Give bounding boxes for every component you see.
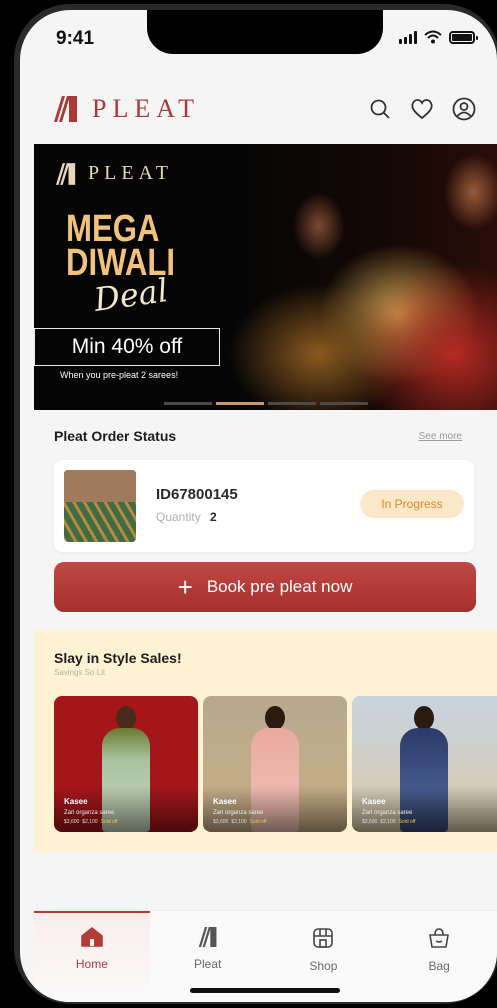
plus-icon: + <box>177 572 193 602</box>
product-sale-price: $2,100 <box>231 819 247 825</box>
product-discount: Sold off <box>249 819 267 825</box>
sales-section: Slay in Style Sales! Savings So Lit Kase… <box>34 630 497 852</box>
profile-icon <box>452 97 476 121</box>
product-description: Zari organza saree <box>64 810 115 816</box>
offer-text: Min 40% off <box>71 335 183 358</box>
product-discount: Sold off <box>398 819 416 825</box>
header-actions <box>367 96 477 122</box>
product-sale-price: $2,100 <box>380 819 396 825</box>
nav-label-home: Home <box>75 957 108 971</box>
heart-icon <box>411 99 433 120</box>
carousel-dot-active[interactable] <box>216 402 264 405</box>
quantity-label: Quantity <box>156 510 201 524</box>
product-prices: $3,600 $2,100 Sold off <box>64 819 117 825</box>
product-name: Kasee <box>213 797 237 806</box>
quantity-value: 2 <box>210 510 217 524</box>
order-card[interactable]: ID67800145 Quantity 2 In Progress <box>54 460 474 552</box>
nav-item-home[interactable]: Home <box>34 911 150 1002</box>
order-status-title: Pleat Order Status <box>54 428 177 444</box>
home-icon <box>81 927 103 947</box>
nav-label-shop: Shop <box>309 959 338 973</box>
status-bar: 9:41 <box>20 10 497 70</box>
pleat-logo-icon <box>198 927 217 947</box>
carousel-dot[interactable] <box>320 402 368 405</box>
battery-icon <box>449 30 478 44</box>
product-description: Zari organza saree <box>362 810 413 816</box>
carousel-dot[interactable] <box>164 402 212 405</box>
profile-button[interactable] <box>451 96 477 122</box>
pleat-logo-icon <box>54 96 77 122</box>
bag-icon <box>429 928 449 948</box>
sales-title: Slay in Style Sales! <box>54 650 182 666</box>
notch <box>147 10 383 54</box>
order-status-header: Pleat Order Status See more <box>54 428 462 444</box>
product-prices: $3,600 $2,100 Sold off <box>362 819 415 825</box>
search-icon <box>370 99 390 119</box>
headline-line1: MEGA <box>66 208 160 250</box>
search-button[interactable] <box>367 96 393 122</box>
brand-name: PLEAT <box>92 94 200 123</box>
signal-icon <box>399 30 417 44</box>
nav-item-bag[interactable]: Bag <box>381 911 497 1002</box>
product-name: Kasee <box>362 797 386 806</box>
nav-label-bag: Bag <box>428 959 450 973</box>
product-card[interactable]: Kasee Zari organza saree $3,600 $2,100 S… <box>54 696 198 832</box>
app-screen: 9:41 PLEAT PLEAT MEGA DIWALI Deal Min 40… <box>20 10 497 1002</box>
product-card[interactable]: Kasee Zari organza saree $3,600 $2,100 S… <box>203 696 347 832</box>
carousel-dot[interactable] <box>268 402 316 405</box>
product-price: $3,600 <box>362 819 378 825</box>
promo-banner[interactable]: PLEAT MEGA DIWALI Deal Min 40% off When … <box>34 144 497 410</box>
product-discount: Sold off <box>100 819 118 825</box>
product-description: Zari organza saree <box>213 810 264 816</box>
status-time: 9:41 <box>56 28 95 49</box>
banner-photo <box>229 144 497 410</box>
product-card[interactable]: Kasee Zari organza saree $3,600 $2,100 S… <box>352 696 497 832</box>
banner-logo: PLEAT <box>56 162 173 185</box>
carousel-dots <box>164 402 368 405</box>
product-price: $3,600 <box>213 819 229 825</box>
status-badge: In Progress <box>360 490 464 518</box>
banner-headline: MEGA DIWALI <box>66 208 175 282</box>
offer-box: Min 40% off <box>34 328 220 366</box>
banner-brand: PLEAT <box>88 162 173 184</box>
shop-icon <box>313 928 334 948</box>
status-icons <box>399 30 478 44</box>
order-quantity: Quantity 2 <box>156 510 217 524</box>
product-price: $3,600 <box>64 819 80 825</box>
product-sale-price: $2,100 <box>82 819 98 825</box>
offer-note: When you pre-pleat 2 sarees! <box>60 370 179 380</box>
home-indicator <box>190 988 340 993</box>
see-more-link[interactable]: See more <box>419 431 462 442</box>
app-header: PLEAT <box>20 70 497 142</box>
sales-subtitle: Savings So Lit <box>54 668 106 677</box>
wifi-icon <box>424 30 442 44</box>
book-button-label: Book pre pleat now <box>206 577 353 596</box>
nav-label-pleat: Pleat <box>193 957 222 971</box>
book-pre-pleat-button[interactable]: + Book pre pleat now <box>54 562 476 612</box>
brand-logo[interactable]: PLEAT <box>54 94 200 124</box>
wishlist-button[interactable] <box>409 96 435 122</box>
order-thumbnail <box>64 470 136 542</box>
pleat-logo-icon <box>56 162 76 185</box>
order-id: ID67800145 <box>156 486 238 503</box>
product-name: Kasee <box>64 797 88 806</box>
product-prices: $3,600 $2,100 Sold off <box>213 819 266 825</box>
